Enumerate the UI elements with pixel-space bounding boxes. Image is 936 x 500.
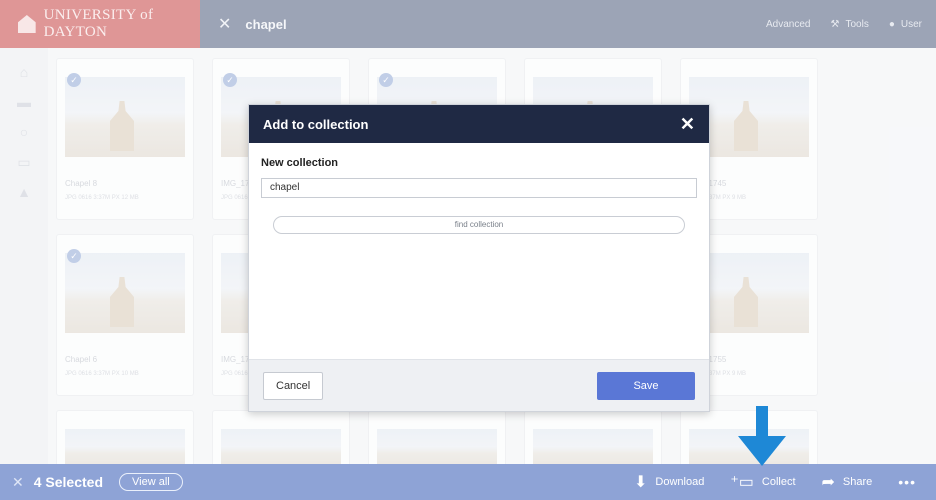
collect-icon: ⁺▭ [730, 474, 754, 491]
download-action[interactable]: ⬇ Download [634, 472, 704, 492]
new-collection-label: New collection [261, 157, 339, 169]
selected-count: 4 Selected [33, 474, 103, 490]
more-options-icon[interactable]: ••• [898, 474, 916, 490]
save-button[interactable]: Save [597, 371, 695, 400]
dialog-title: Add to collection [263, 116, 369, 132]
selection-bar: ✕ 4 Selected View all ⬇ Download ⁺▭ Coll… [0, 464, 936, 500]
share-action[interactable]: ➦ Share [822, 472, 873, 492]
share-label: Share [842, 476, 873, 488]
dialog-header: Add to collection ✕ [249, 105, 709, 143]
collect-action[interactable]: ⁺▭ Collect [730, 472, 795, 492]
share-icon: ➦ [821, 474, 835, 491]
selection-actions: ⬇ Download ⁺▭ Collect ➦ Share ••• [634, 472, 936, 492]
cancel-button[interactable]: Cancel [263, 371, 324, 400]
collect-label: Collect [761, 476, 796, 488]
dialog-footer: Cancel Save [249, 359, 709, 411]
download-label: Download [655, 476, 705, 488]
close-icon[interactable]: ✕ [680, 114, 695, 135]
dialog-body: New collection find collection [249, 143, 709, 357]
clear-selection-icon[interactable]: ✕ [12, 474, 24, 491]
collection-name-input[interactable] [261, 177, 697, 198]
download-icon: ⬇ [634, 474, 648, 491]
find-collection-button[interactable]: find collection [273, 215, 685, 234]
view-all-button[interactable]: View all [119, 473, 183, 491]
arrow-down-icon [738, 406, 786, 466]
add-to-collection-dialog: Add to collection ✕ New collection find … [248, 104, 710, 412]
